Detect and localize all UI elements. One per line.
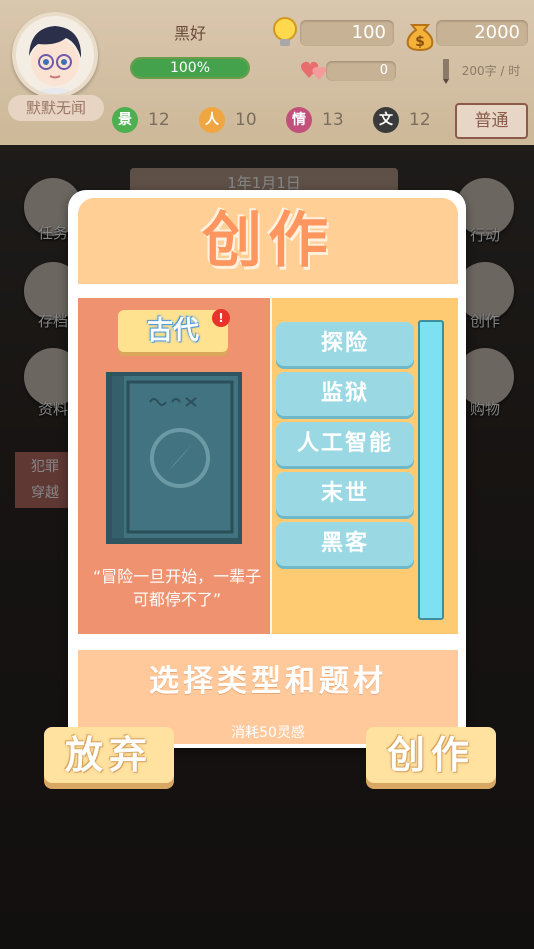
emotion-stat-value: 13	[322, 110, 344, 130]
scene-stat-value: 12	[148, 110, 170, 130]
topic-button-hacker[interactable]: 黑客	[276, 522, 414, 566]
scene-stat-icon: 景	[112, 107, 138, 133]
emotion-stat-icon: 情	[286, 107, 312, 133]
topic-button-prison[interactable]: 监狱	[276, 372, 414, 416]
svg-text:$: $	[415, 34, 425, 50]
dialog-title: 创作	[202, 206, 334, 276]
abandon-button[interactable]: 放弃	[44, 727, 174, 783]
hint-text: 选择类型和题材	[149, 664, 387, 699]
avatar-portrait-icon	[29, 26, 82, 94]
progress-bar: 100%	[130, 57, 250, 79]
book-icon	[106, 372, 242, 544]
money-value: 2000	[436, 20, 528, 46]
hearts-icon	[301, 61, 327, 80]
progress-text: 100%	[169, 60, 211, 76]
writing-speed: 200字 / 时	[461, 64, 521, 78]
money-bag-icon: $	[406, 24, 434, 51]
username-label: 默默无闻	[8, 95, 104, 121]
genre-quote: “冒险一旦开始，一辈子可都停不了”	[92, 567, 262, 609]
difficulty-button[interactable]: 普通	[455, 103, 528, 139]
status-label: 黑好	[173, 24, 206, 43]
writing-stat-value: 12	[409, 110, 431, 130]
writing-stat-icon: 文	[373, 107, 399, 133]
topic-button-ai[interactable]: 人工智能	[276, 422, 414, 466]
alert-badge-icon: !	[212, 309, 230, 327]
pen-icon	[443, 59, 449, 84]
lightbulb-icon	[273, 17, 297, 46]
hearts-value: 0	[326, 61, 396, 81]
inspiration-value: 100	[300, 20, 394, 46]
topic-button-adventure[interactable]: 探险	[276, 322, 414, 366]
character-stat-value: 10	[235, 110, 257, 130]
player-avatar[interactable]	[12, 12, 98, 98]
topic-button-apocalypse[interactable]: 末世	[276, 472, 414, 516]
topic-scrollbar[interactable]	[418, 320, 444, 620]
top-hud: 默默无闻 黑好 100% 100 $ 2000 0 200字 / 时 景 12 …	[0, 0, 534, 145]
character-stat-icon: 人	[199, 107, 225, 133]
create-button[interactable]: 创作	[366, 727, 496, 783]
